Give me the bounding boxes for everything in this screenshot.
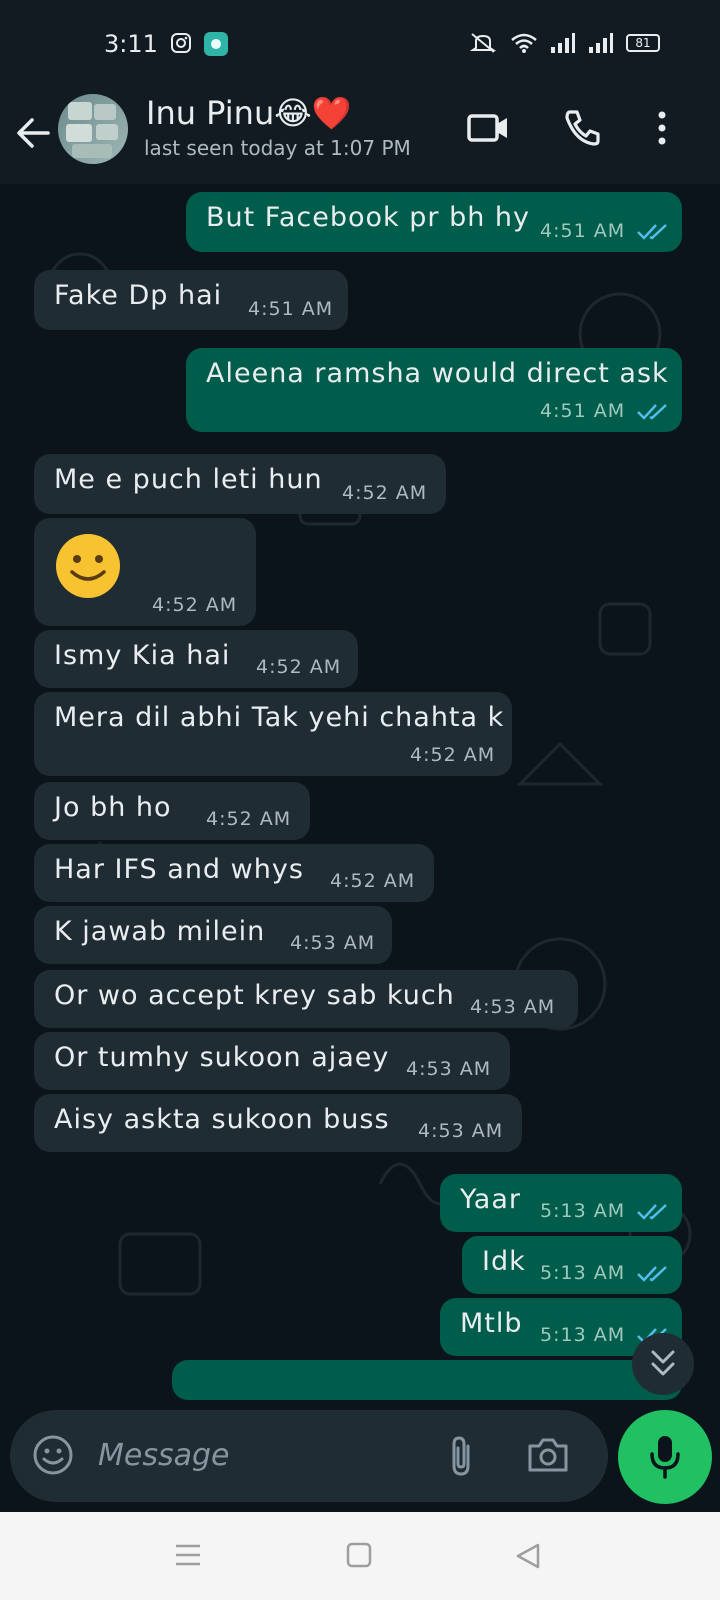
message-outgoing[interactable]: Yaar 5:13 AM <box>440 1174 682 1232</box>
message-time: 4:52 AM <box>330 870 416 892</box>
message-text: Or wo accept krey sab kuch <box>54 980 455 1011</box>
message-input-placeholder[interactable]: Message <box>98 1438 229 1473</box>
message-text: Yaar <box>460 1184 521 1215</box>
read-receipt-icon <box>637 1204 667 1220</box>
scroll-to-bottom-button[interactable] <box>632 1333 694 1395</box>
avatar-image <box>66 102 118 158</box>
message-incoming[interactable]: Me e puch leti hun 4:52 AM <box>34 454 446 514</box>
double-chevron-down-icon <box>651 1350 675 1376</box>
message-time: 5:13 AM <box>540 1200 626 1222</box>
back-icon[interactable] <box>514 1542 542 1570</box>
message-time: 4:51 AM <box>540 400 626 422</box>
mic-icon <box>650 1436 680 1479</box>
menu-icon[interactable] <box>174 1542 202 1568</box>
message-incoming[interactable]: Har IFS and whys 4:52 AM <box>34 844 434 902</box>
message-text: Mera dil abhi Tak yehi chahta k <box>54 702 505 733</box>
message-time: 4:53 AM <box>406 1058 492 1080</box>
message-incoming[interactable]: Or tumhy sukoon ajaey 4:53 AM <box>34 1032 510 1090</box>
message-time: 4:51 AM <box>540 220 626 242</box>
chat-area[interactable]: But Facebook pr bh hy 4:51 AM Fake Dp ha… <box>0 184 720 1400</box>
message-text: But Facebook pr bh hy <box>206 202 530 233</box>
message-time: 4:52 AM <box>342 482 428 504</box>
message-incoming[interactable]: Or wo accept krey sab kuch 4:53 AM <box>34 970 578 1028</box>
system-navigation-bar <box>0 1512 720 1600</box>
message-incoming[interactable]: Aisy askta sukoon buss 4:53 AM <box>34 1094 522 1152</box>
message-text: Or tumhy sukoon ajaey <box>54 1042 390 1073</box>
avatar[interactable] <box>58 94 128 164</box>
contact-name[interactable]: Inu Pinu😂❤️ <box>146 94 351 132</box>
last-seen-status: last seen today at 1:07 PM <box>144 136 411 160</box>
attach-icon[interactable] <box>446 1434 476 1478</box>
message-incoming[interactable]: Fake Dp hai 4:51 AM <box>34 270 348 330</box>
video-call-icon[interactable] <box>466 108 510 148</box>
message-time: 5:13 AM <box>540 1324 626 1346</box>
back-arrow-icon[interactable] <box>14 114 52 152</box>
message-text: Me e puch leti hun <box>54 464 323 495</box>
app-icon <box>204 32 228 56</box>
message-time: 4:53 AM <box>470 996 556 1018</box>
read-receipt-icon <box>637 1266 667 1282</box>
message-incoming[interactable]: Ismy Kia hai 4:52 AM <box>34 630 358 688</box>
message-incoming[interactable]: K jawab milein 4:53 AM <box>34 906 392 964</box>
message-incoming[interactable]: Mera dil abhi Tak yehi chahta k 4:52 AM <box>34 692 512 776</box>
phone-call-icon[interactable] <box>562 108 602 148</box>
message-outgoing-partial[interactable] <box>172 1360 682 1400</box>
message-outgoing[interactable]: Idk 5:13 AM <box>462 1236 682 1294</box>
message-outgoing[interactable]: But Facebook pr bh hy 4:51 AM <box>186 192 682 252</box>
message-time: 5:13 AM <box>540 1262 626 1284</box>
read-receipt-icon <box>637 404 667 420</box>
message-text: Aisy askta sukoon buss <box>54 1104 390 1135</box>
message-composer[interactable]: Message <box>10 1410 608 1502</box>
message-time: 4:51 AM <box>248 298 334 320</box>
battery-icon: 81 <box>626 34 660 52</box>
message-time: 4:52 AM <box>256 656 342 678</box>
smiling-face-icon <box>56 534 120 598</box>
signal-icon <box>589 33 613 53</box>
message-outgoing[interactable]: Aleena ramsha would direct ask 4:51 AM <box>186 348 682 432</box>
status-bar: 3:11 81 <box>0 0 720 88</box>
camera-icon[interactable] <box>526 1434 570 1474</box>
voice-message-button[interactable] <box>618 1410 712 1504</box>
wifi-icon <box>511 33 537 53</box>
message-time: 4:52 AM <box>152 594 238 616</box>
chat-header: Inu Pinu😂❤️ last seen today at 1:07 PM <box>0 88 720 184</box>
message-text: Mtlb <box>460 1308 523 1339</box>
message-time: 4:52 AM <box>410 744 496 766</box>
signal-icon <box>551 33 575 53</box>
message-text: Idk <box>482 1246 526 1277</box>
message-text: K jawab milein <box>54 916 266 947</box>
message-incoming[interactable]: Jo bh ho 4:52 AM <box>34 782 310 840</box>
message-incoming[interactable]: 4:52 AM <box>34 518 256 626</box>
message-text: Har IFS and whys <box>54 854 304 885</box>
mute-icon <box>469 33 497 53</box>
status-time: 3:11 <box>104 30 158 58</box>
more-options-icon[interactable] <box>650 108 674 148</box>
message-time: 4:52 AM <box>206 808 292 830</box>
message-text: Jo bh ho <box>54 792 172 823</box>
message-text: Fake Dp hai <box>54 280 223 311</box>
home-icon[interactable] <box>346 1542 372 1568</box>
message-text: Ismy Kia hai <box>54 640 231 671</box>
message-text: Aleena ramsha would direct ask <box>206 358 669 389</box>
emoji-icon[interactable] <box>32 1434 74 1476</box>
message-time: 4:53 AM <box>418 1120 504 1142</box>
instagram-icon <box>171 33 191 53</box>
message-time: 4:53 AM <box>290 932 376 954</box>
read-receipt-icon <box>637 224 667 240</box>
